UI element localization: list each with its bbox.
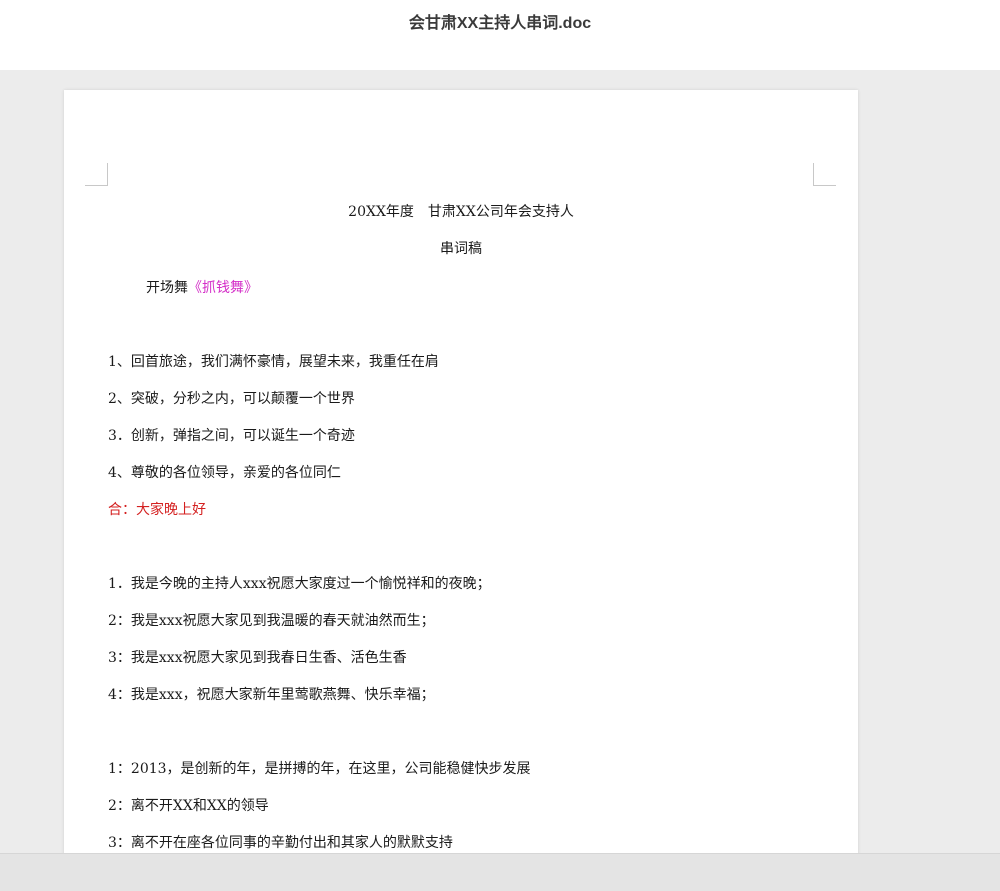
list-item: 1、回首旅途，我们满怀豪情，展望未来，我重任在肩: [108, 354, 439, 370]
document-title: 会甘肃XX主持人串词.doc: [408, 15, 592, 32]
opening-title: 《抓钱舞》: [188, 280, 258, 296]
document-page: 20XX年度 甘肃XX公司年会支持人 串词稿 开场舞《抓钱舞》 1、回首旅途，我…: [64, 90, 858, 853]
heading-line-1: 20XX年度 甘肃XX公司年会支持人: [348, 204, 574, 220]
list-item: 4：我是xxx，祝愿大家新年里莺歌燕舞、快乐幸福；: [108, 687, 435, 703]
list-item: 1：2013，是创新的年，是拼搏的年，在这里，公司能稳健快步发展: [108, 761, 531, 777]
margin-corner-mark-left: [85, 163, 108, 186]
list-item: 3．创新，弹指之间，可以诞生一个奇迹: [108, 428, 355, 444]
together-line: 合：大家晚上好: [108, 502, 206, 518]
title-bar: 会甘肃XX主持人串词.doc: [0, 0, 1000, 70]
list-item: 3：我是xxx祝愿大家见到我春日生香、活色生香: [108, 650, 407, 666]
opening-line: 开场舞《抓钱舞》: [146, 279, 258, 297]
document-viewer[interactable]: 20XX年度 甘肃XX公司年会支持人 串词稿 开场舞《抓钱舞》 1、回首旅途，我…: [0, 70, 1000, 853]
list-item: 3：离不开在座各位同事的辛勤付出和其家人的默默支持: [108, 835, 453, 851]
list-item: 1．我是今晚的主持人xxx祝愿大家度过一个愉悦祥和的夜晚；: [108, 576, 491, 592]
list-item: 2：离不开XX和XX的领导: [108, 798, 269, 814]
margin-corner-mark-right: [813, 163, 836, 186]
list-item: 2：我是xxx祝愿大家见到我温暖的春天就油然而生；: [108, 613, 435, 629]
list-item: 4、尊敬的各位领导，亲爱的各位同仁: [108, 465, 341, 481]
heading-line-2: 串词稿: [440, 241, 482, 257]
opening-prefix: 开场舞: [146, 280, 188, 296]
status-bar: [0, 853, 1000, 891]
list-item: 2、突破，分秒之内，可以颠覆一个世界: [108, 391, 355, 407]
